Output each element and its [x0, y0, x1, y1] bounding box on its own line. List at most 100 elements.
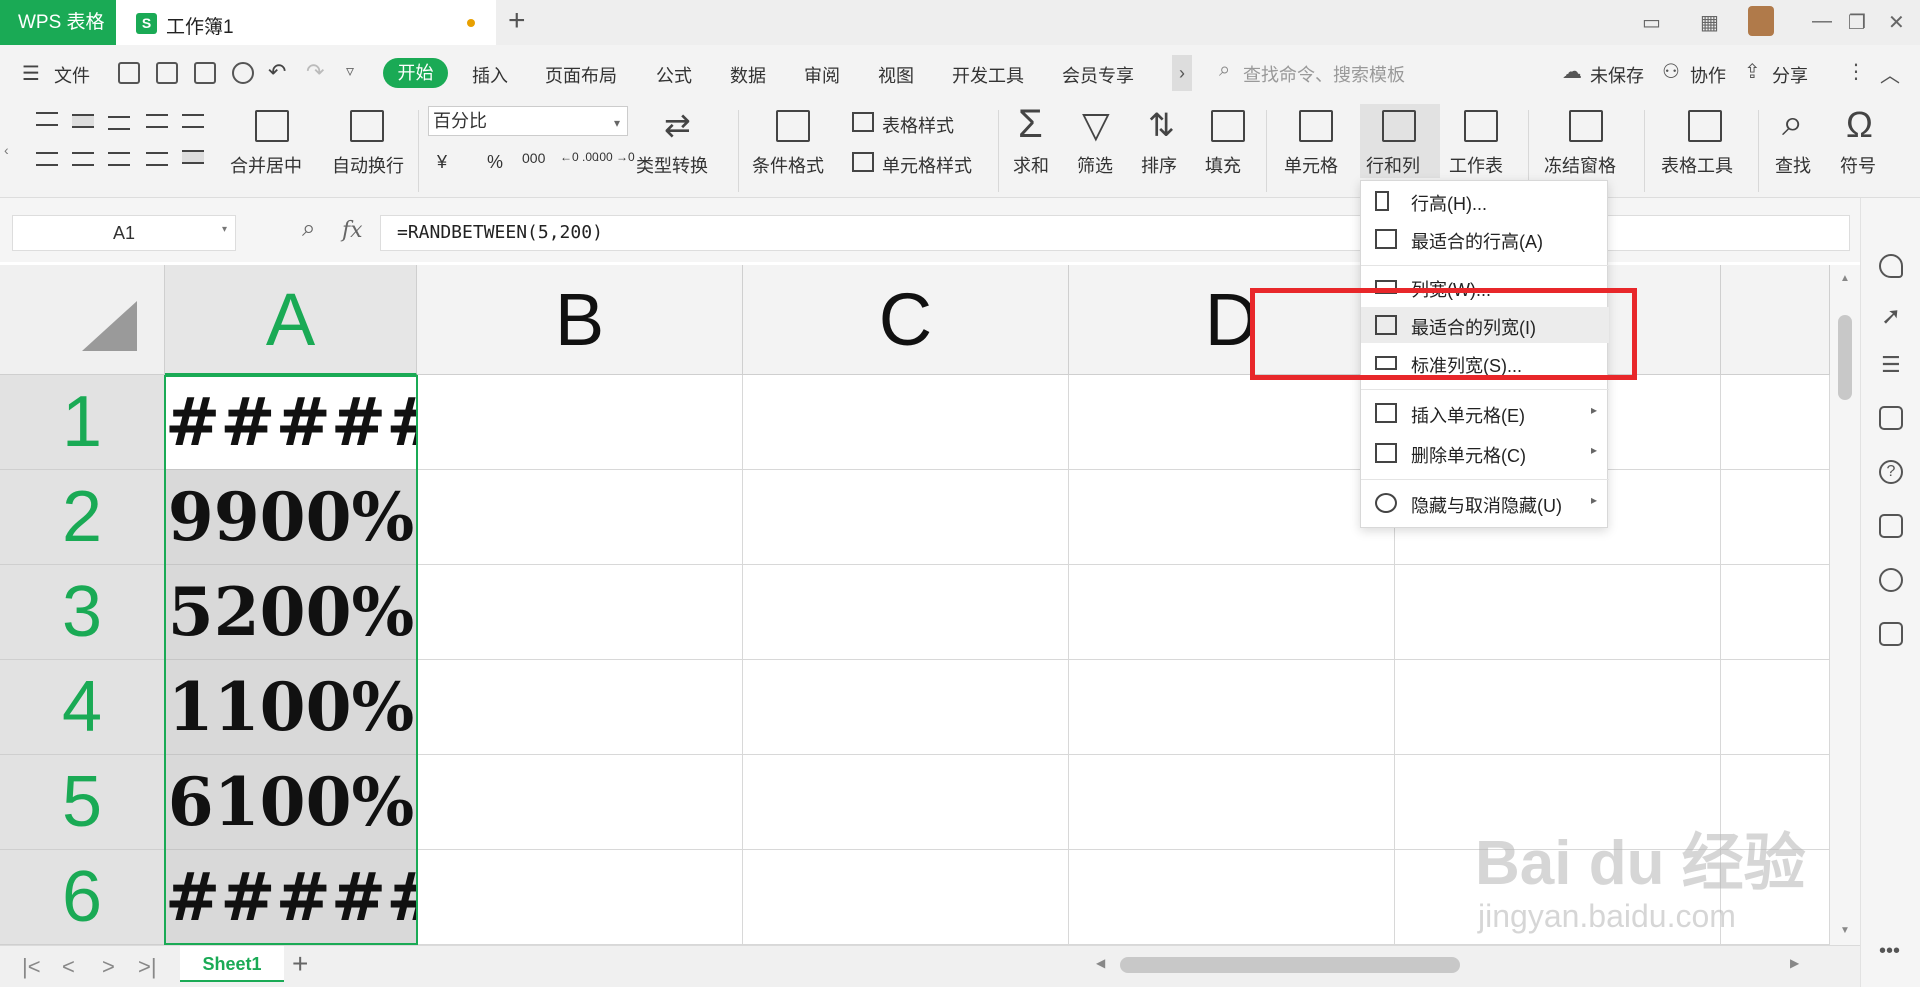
column-header-c[interactable]: C	[743, 265, 1069, 375]
row-header-5[interactable]: 5	[0, 755, 165, 850]
tab-view[interactable]: 视图	[878, 62, 914, 88]
align-center-icon[interactable]	[72, 152, 94, 166]
command-search-input[interactable]: 查找命令、搜索模板	[1243, 61, 1405, 87]
type-convert-icon[interactable]: ⇄	[664, 106, 691, 144]
tab-member[interactable]: 会员专享	[1062, 62, 1134, 88]
align-top-icon[interactable]	[36, 112, 58, 126]
fill-button[interactable]: 填充	[1205, 152, 1241, 178]
horizontal-scroll-thumb[interactable]	[1120, 957, 1460, 973]
tab-formula[interactable]: 公式	[656, 62, 692, 88]
indent-increase-icon[interactable]	[182, 114, 204, 128]
cell-f4[interactable]	[1721, 660, 1830, 755]
tab-data[interactable]: 数据	[730, 62, 766, 88]
ribbon-scroll-left-icon[interactable]: ‹	[4, 142, 9, 158]
cell-b5[interactable]	[417, 755, 743, 850]
freeze-panes-icon[interactable]	[1569, 110, 1603, 142]
cell-f2[interactable]	[1721, 470, 1830, 565]
document-tab[interactable]: S 工作簿1	[116, 0, 496, 45]
cell-b2[interactable]	[417, 470, 743, 565]
column-header-b[interactable]: B	[417, 265, 743, 375]
theme-icon[interactable]	[1879, 514, 1903, 538]
sort-button[interactable]: 排序	[1141, 152, 1177, 178]
tab-review[interactable]: 审阅	[804, 62, 840, 88]
rocket-icon[interactable]	[1879, 254, 1903, 278]
cell-a6[interactable]: #####	[165, 850, 442, 945]
cell-a3[interactable]: 5200%	[165, 565, 417, 660]
cell-e4[interactable]	[1395, 660, 1721, 755]
cell-icon[interactable]	[1299, 110, 1333, 142]
auto-wrap-icon[interactable]	[350, 110, 384, 142]
align-right-icon[interactable]	[108, 152, 130, 166]
restore-icon[interactable]: ❐	[1848, 10, 1866, 35]
sum-icon[interactable]: Σ	[1018, 102, 1043, 147]
apps-grid-icon[interactable]: ▦	[1700, 10, 1719, 35]
auto-wrap-button[interactable]: 自动换行	[332, 152, 404, 178]
conditional-format-button[interactable]: 条件格式	[752, 152, 824, 178]
share-button[interactable]: 分享	[1772, 62, 1808, 88]
align-middle-icon[interactable]	[72, 114, 94, 128]
scroll-right-icon[interactable]: ▶	[1790, 956, 1799, 970]
cell-b6[interactable]	[417, 850, 743, 945]
decrease-decimal-button[interactable]: .00 →0	[596, 150, 635, 164]
cell-d3[interactable]	[1069, 565, 1395, 660]
save-icon[interactable]	[118, 62, 140, 84]
tab-page-layout[interactable]: 页面布局	[545, 62, 617, 88]
worksheet-button[interactable]: 工作表	[1449, 152, 1503, 178]
zoom-icon[interactable]: ⌕	[302, 215, 315, 243]
worksheet-icon[interactable]	[1464, 110, 1498, 142]
cell-d2[interactable]	[1069, 470, 1395, 565]
column-header-f[interactable]	[1721, 265, 1830, 375]
export-icon[interactable]	[156, 62, 178, 84]
number-format-select[interactable]: 百分比	[428, 106, 628, 136]
formula-input[interactable]: =RANDBETWEEN(5,200)	[380, 215, 1850, 251]
row-header-3[interactable]: 3	[0, 565, 165, 660]
vertical-scroll-thumb[interactable]	[1838, 315, 1852, 400]
cell-c1[interactable]	[743, 375, 1069, 470]
menu-hide-unhide[interactable]: 隐藏与取消隐藏(U) ▸	[1361, 485, 1609, 521]
undo-icon[interactable]: ↶	[268, 59, 286, 85]
justify-icon[interactable]	[146, 152, 168, 166]
cell-a5[interactable]: 6100%	[165, 755, 417, 850]
distributed-align-icon[interactable]	[182, 150, 204, 164]
cell-style-button[interactable]: 单元格样式	[882, 152, 972, 178]
new-tab-button[interactable]: +	[508, 6, 526, 36]
cell-c6[interactable]	[743, 850, 1069, 945]
currency-button[interactable]: ¥	[437, 152, 447, 173]
find-icon[interactable]: ⌕	[1782, 102, 1803, 145]
sheet-tab-sheet1[interactable]: Sheet1	[180, 946, 284, 982]
prev-sheet-icon[interactable]: <	[62, 954, 75, 980]
cell-f1[interactable]	[1721, 375, 1830, 470]
collab-button[interactable]: 协作	[1690, 62, 1726, 88]
quick-access-dropdown-icon[interactable]: ▿	[346, 61, 354, 81]
minimize-icon[interactable]: —	[1812, 10, 1832, 33]
cell-a1[interactable]: #####	[165, 375, 442, 470]
last-sheet-icon[interactable]: >|	[138, 954, 157, 980]
filter-icon[interactable]: ▽	[1082, 104, 1110, 146]
unsaved-status[interactable]: 未保存	[1590, 62, 1644, 88]
merge-center-button[interactable]: 合并居中	[230, 152, 302, 178]
menu-delete-cells[interactable]: 删除单元格(C) ▸	[1361, 435, 1609, 471]
print-icon[interactable]	[194, 62, 216, 84]
cell-d5[interactable]	[1069, 755, 1395, 850]
hamburger-icon[interactable]: ☰	[22, 61, 40, 86]
column-header-a[interactable]: A	[165, 265, 417, 375]
align-left-icon[interactable]	[36, 152, 58, 166]
filter-button[interactable]: 筛选	[1077, 152, 1113, 178]
row-header-6[interactable]: 6	[0, 850, 165, 945]
align-bottom-icon[interactable]	[108, 116, 130, 130]
next-sheet-icon[interactable]: >	[102, 954, 115, 980]
menu-autofit-row-height[interactable]: 最适合的行高(A)	[1361, 221, 1609, 257]
tab-start[interactable]: 开始	[383, 58, 448, 88]
cell-b4[interactable]	[417, 660, 743, 755]
cell-a4[interactable]: 1100%	[165, 660, 417, 755]
lightning-icon[interactable]	[1879, 568, 1903, 592]
cursor-icon[interactable]: ➚	[1881, 302, 1901, 331]
tab-developer[interactable]: 开发工具	[952, 62, 1024, 88]
sort-icon[interactable]: ⇅	[1148, 106, 1175, 144]
settings-sliders-icon[interactable]: ☰	[1881, 352, 1901, 378]
row-header-4[interactable]: 4	[0, 660, 165, 755]
more-icon[interactable]: •••	[1879, 940, 1900, 963]
first-sheet-icon[interactable]: |<	[22, 954, 41, 980]
menu-insert-cells[interactable]: 插入单元格(E) ▸	[1361, 395, 1609, 431]
increase-decimal-button[interactable]: ←0 .00	[560, 150, 599, 164]
